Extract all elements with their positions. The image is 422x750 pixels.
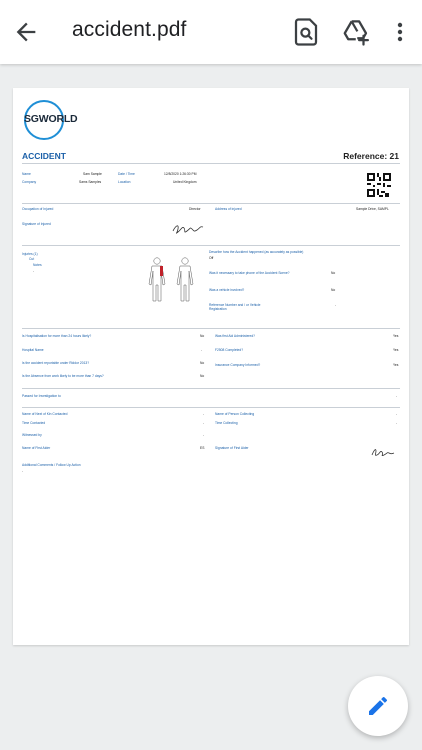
injury-item: Cut [29,257,35,261]
datetime-value: 12/8/2020 1:26:30 PM [164,172,197,176]
name-value: Sam Sample [83,172,102,176]
edit-fab-button[interactable] [348,676,408,736]
timecontact-label: Time Contacted [22,421,46,425]
comments-value: - [22,469,24,473]
comments-label: Additional Comments / Follow Up Action [22,463,81,467]
firstaider-label: Name of First Aider [22,446,51,450]
injury-marker [160,266,163,276]
divider [22,245,400,246]
signature-label: Signature of Injured [22,222,51,226]
firstaid-value: Yes [393,334,399,338]
first-aider-signature [370,445,396,464]
notes-value: - [33,269,35,273]
absence-value: No [200,374,205,378]
address-label: Address of injured [215,207,242,211]
collect-label: Name of Person Collecting [215,412,255,416]
search-in-document-icon[interactable] [291,17,321,47]
sigfirstaider-label: Signature of First Aider [215,446,249,450]
vehicle-label: Was a vehicle involved? [209,288,245,292]
f2508-label: F2508 Completed? [215,348,244,352]
location-value: United Kingdom [173,180,197,184]
passed-value: - [396,394,398,398]
occupation-value: Director [189,207,201,211]
riddor-label: Is the accident reportable under Riddor … [22,361,90,365]
timecollect-label: Time Collecting [215,421,238,425]
riddor-value: No [200,361,205,365]
phone-value: No [331,271,336,275]
doc-heading: ACCIDENT [22,151,66,161]
firstaider-value: ES [200,446,205,450]
divider [22,407,400,408]
phone-label: Was it necessary to take phone of the Ac… [209,271,290,275]
timecontact-value: - [203,421,205,425]
qr-code [367,173,391,202]
f2508-value: Yes [393,348,399,352]
timecollect-value: - [396,421,398,425]
notes-label: Notes [33,263,42,267]
divider [22,203,400,204]
company-value: Sams Samples [79,180,102,184]
collect-value: - [396,412,398,416]
witness-value: - [203,433,205,437]
add-to-drive-icon[interactable] [341,17,371,47]
body-diagram [146,256,198,327]
kin-label: Name of Next of Kin Contacted [22,412,68,416]
company-label: Company [22,180,37,184]
hospname-label: Hospital Name [22,348,44,352]
logo-text: SGWORLD [24,113,78,125]
company-logo: SGWORLD [24,100,78,140]
file-name-title: accident.pdf [72,18,187,41]
divider [22,328,400,329]
app-bar: accident.pdf [0,0,422,64]
datetime-label: Date / Time [118,172,135,176]
reg-value: - [335,303,337,307]
reg-label: Reference Number and / or Vehicle Regist… [209,303,261,311]
firstaid-label: Was first Aid Administered? [215,334,256,338]
occupation-label: Occupation of Injured [22,207,54,211]
address-value: Sample Drive, SAMPL [356,207,389,211]
describe-label: Describe how the Accident happened (as a… [209,250,304,254]
back-arrow-icon[interactable] [12,18,40,46]
passed-label: Passed for Investigation to [22,394,61,398]
insurance-value: Yes [393,363,399,367]
witness-label: Witnessed by [22,433,42,437]
hospname-value: - [201,348,203,352]
divider [22,388,400,389]
edit-pencil-icon [369,696,388,715]
absence-label: Is the Absence from work likely to be mo… [22,374,104,378]
location-label: Location [118,180,131,184]
vehicle-value: No [331,288,336,292]
pdf-page[interactable]: SGWORLD ACCIDENT Reference: 21 Name Sam … [13,88,409,645]
hosp-value: No [200,334,205,338]
injured-signature [171,222,205,241]
insurance-label: Insurance Company Informed? [215,363,261,367]
kin-value: - [203,412,205,416]
divider [22,163,400,164]
describe-value: Off [209,256,214,260]
reference-number: Reference: 21 [343,151,399,161]
more-vert-icon[interactable] [388,17,412,47]
name-label: Name [22,172,31,176]
hosp-label: Is Hospitalisation for more than 24 hour… [22,334,92,338]
